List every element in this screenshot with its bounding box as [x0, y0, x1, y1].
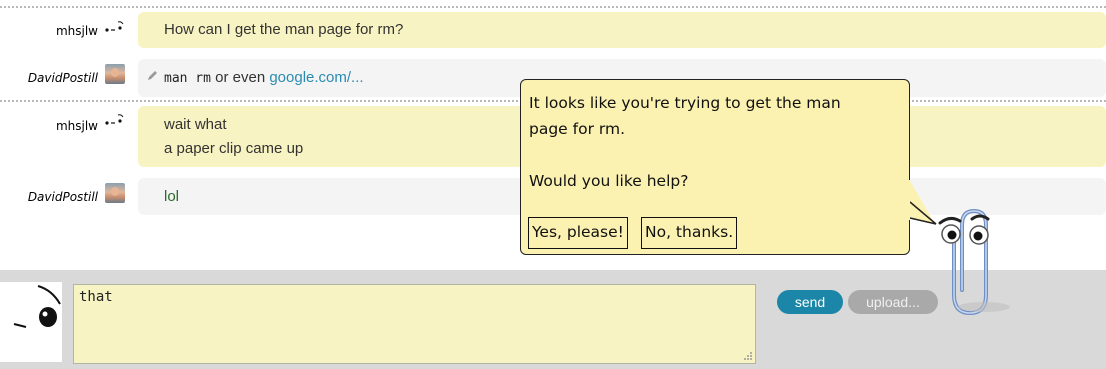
message-bubble: How can I get the man page for rm? — [138, 12, 1106, 48]
avatar[interactable] — [105, 183, 125, 203]
message-text: How can I get the man page for rm? — [164, 21, 404, 38]
message-link[interactable]: google.com/... — [269, 69, 363, 86]
avatar[interactable] — [105, 64, 125, 84]
upload-button[interactable]: upload... — [848, 290, 938, 314]
yes-please-button[interactable]: Yes, please! — [528, 217, 628, 249]
message-text: or even — [210, 69, 270, 86]
message-input[interactable]: that — [73, 284, 756, 364]
avatar[interactable] — [0, 282, 62, 362]
no-thanks-button[interactable]: No, thanks. — [641, 217, 738, 249]
message-username[interactable]: mhsjlw — [56, 24, 98, 38]
clippy-speech-bubble: It looks like you're trying to get the m… — [520, 79, 910, 255]
clippy-paperclip-icon[interactable] — [932, 195, 1012, 325]
message-input-value: that — [79, 289, 113, 305]
clippy-text: It looks like you're trying to get the m… — [529, 94, 841, 112]
avatar-face-icon[interactable] — [104, 111, 124, 131]
clippy-text: Would you like help? — [529, 172, 689, 190]
avatar-face-icon — [13, 285, 61, 328]
clippy-text: page for rm. — [529, 120, 626, 138]
message-code: man rm — [164, 71, 211, 86]
message-username[interactable]: DavidPostill — [28, 71, 98, 85]
message-username[interactable]: mhsjlw — [56, 119, 98, 133]
separator-top — [0, 6, 1106, 8]
pencil-icon — [148, 71, 157, 80]
avatar-face-icon[interactable] — [104, 18, 124, 38]
send-button[interactable]: send — [777, 290, 843, 314]
message-username[interactable]: DavidPostill — [28, 190, 98, 204]
resize-grip-icon[interactable] — [743, 351, 753, 361]
